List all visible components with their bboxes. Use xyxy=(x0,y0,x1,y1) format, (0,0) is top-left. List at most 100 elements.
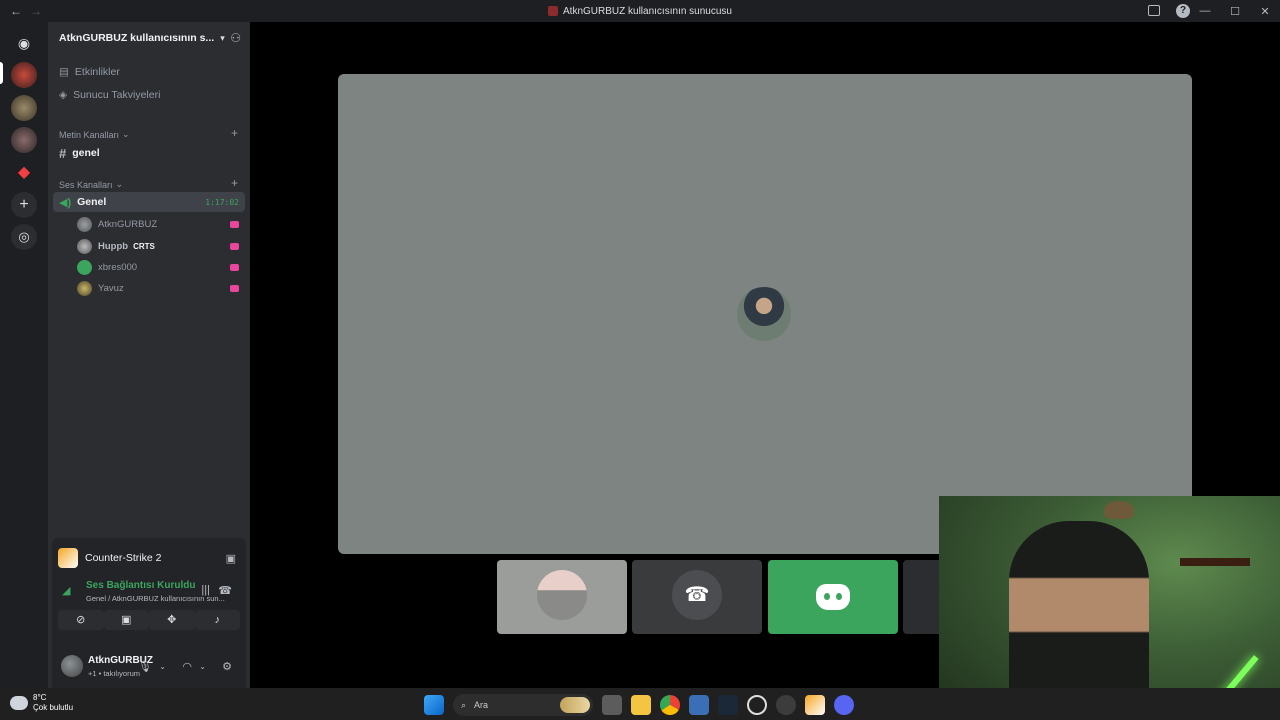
server-favicon-icon xyxy=(548,6,559,16)
voice-user[interactable]: Yavuz xyxy=(77,279,243,297)
chevron-down-icon[interactable]: ⌄ xyxy=(199,662,206,671)
minimize-button[interactable]: — xyxy=(1190,5,1220,17)
add-text-channel-icon[interactable]: + xyxy=(231,126,238,140)
focused-stream-tile[interactable] xyxy=(338,74,1192,554)
start-windows-icon[interactable] xyxy=(424,695,444,715)
weather-widget[interactable]: 8°C Çok bulutlu xyxy=(10,692,74,713)
obs-icon[interactable] xyxy=(776,695,796,715)
user-status: +1 • takılıyorum xyxy=(88,669,141,678)
phone-icon: ☎ xyxy=(672,570,722,620)
participant-tile[interactable] xyxy=(497,560,627,634)
connection-status[interactable]: Ses Bağlantısı Kuruldu xyxy=(86,580,195,591)
explore-compass-icon[interactable]: ◎ xyxy=(11,224,37,250)
close-button[interactable]: ✕ xyxy=(1250,5,1280,18)
voice-timer: 1:17:02 xyxy=(205,197,239,207)
counter-strike-icon[interactable] xyxy=(805,695,825,715)
participant-tile[interactable]: ☎ xyxy=(632,560,762,634)
speaker-icon: ◀) xyxy=(59,196,72,209)
screen-share-icon[interactable]: ▣ xyxy=(226,552,236,565)
voice-user-name: AtknGURBUZ xyxy=(98,218,158,230)
microsoft-store-icon[interactable] xyxy=(689,695,709,715)
menu-server-boosts[interactable]: ◈ Sunucu Takviyeleri xyxy=(59,89,160,101)
inbox-icon[interactable] xyxy=(1148,5,1160,16)
disconnect-icon[interactable]: ☎ xyxy=(218,584,232,597)
settings-gear-icon[interactable]: ⚙ xyxy=(222,660,232,673)
avatar xyxy=(537,570,587,620)
voice-user[interactable]: xbres000 xyxy=(77,258,243,276)
invite-user-icon[interactable]: ⚇ xyxy=(230,31,241,45)
chevron-down-icon: ▾ xyxy=(220,32,225,43)
voice-user[interactable]: Huppb CRTS xyxy=(77,237,243,255)
window-title-area: AtknGURBUZ kullanıcısının sunucusu xyxy=(0,6,1280,17)
chevron-down-icon[interactable]: ⌄ xyxy=(159,662,166,671)
boost-icon: ◈ xyxy=(59,89,68,101)
file-explorer-icon[interactable] xyxy=(631,695,651,715)
back-arrow-icon[interactable]: ← xyxy=(10,4,22,18)
avatar xyxy=(77,280,92,296)
participant-tile[interactable] xyxy=(903,560,943,634)
channel-sidebar: AtknGURBUZ kullanıcısının s... ▾ ⚇ ▤ Etk… xyxy=(48,22,250,688)
game-icon xyxy=(58,548,78,568)
chevron-down-icon: ⌄ xyxy=(122,129,130,139)
menu-boosts-label: Sunucu Takviyeleri xyxy=(73,89,161,101)
add-server-icon[interactable]: + xyxy=(11,192,37,218)
voice-category-label: Ses Kanalları xyxy=(59,179,113,190)
discord-logo-icon xyxy=(816,584,850,610)
discord-home-icon[interactable]: ◉ xyxy=(11,30,37,56)
maximize-button[interactable]: ☐ xyxy=(1220,5,1250,18)
chrome-icon[interactable] xyxy=(660,695,680,715)
server-icon-4[interactable]: ◆ xyxy=(11,160,37,186)
weather-temperature: 8°C xyxy=(33,693,47,702)
search-icon: ⌕ xyxy=(461,699,467,710)
server-icon-3[interactable] xyxy=(11,127,37,153)
task-view-icon[interactable] xyxy=(602,695,622,715)
avatar xyxy=(77,216,92,232)
user-panel: Counter-Strike 2 ▣ ◢ Ses Bağlantısı Kuru… xyxy=(52,538,246,688)
speaker-avatar xyxy=(737,287,791,341)
soundboard-button[interactable]: ♪ xyxy=(194,610,240,630)
window-title: AtknGURBUZ kullanıcısının sunucusu xyxy=(563,5,732,17)
menu-events[interactable]: ▤ Etkinlikler xyxy=(59,66,120,78)
channel-genel[interactable]: # genel xyxy=(53,143,245,163)
server-icon-active[interactable] xyxy=(11,62,37,88)
avatar[interactable] xyxy=(61,655,83,677)
share-screen-button[interactable]: ▣ xyxy=(103,610,149,630)
server-name: AtknGURBUZ kullanıcısının s... xyxy=(59,32,215,44)
taskbar-apps: ⌕ Ara xyxy=(424,694,854,716)
add-voice-channel-icon[interactable]: + xyxy=(231,176,238,190)
cloudy-weather-icon xyxy=(10,692,28,710)
participant-tile[interactable] xyxy=(768,560,898,634)
voice-user[interactable]: AtknGURBUZ xyxy=(77,215,243,233)
game-name: Counter-Strike 2 xyxy=(85,552,162,564)
text-category[interactable]: Metin Kanalları ⌄ xyxy=(59,129,130,140)
voice-user-name: xbres000 xyxy=(98,261,138,273)
noise-suppression-icon[interactable]: ||| xyxy=(201,584,210,596)
headphones-icon[interactable]: ◠ xyxy=(182,660,192,673)
weather-condition: Çok bulutlu xyxy=(33,703,74,712)
signal-icon[interactable]: ◢ xyxy=(62,584,70,597)
activity-row[interactable]: Counter-Strike 2 ▣ xyxy=(58,546,240,570)
live-stream-icon xyxy=(230,220,239,228)
forward-arrow-icon[interactable]: → xyxy=(30,4,42,18)
server-icon-2[interactable] xyxy=(11,95,37,121)
voice-user-name: Huppb xyxy=(98,240,129,252)
voice-connection: ◢ Ses Bağlantısı Kuruldu Genel / AtknGUR… xyxy=(60,580,238,608)
microphone-icon[interactable]: 🎙︎ xyxy=(138,660,152,673)
chatgpt-icon[interactable] xyxy=(747,695,767,715)
voice-channel-genel[interactable]: ◀) Genel 1:17:02 xyxy=(53,192,245,212)
octopus-decoration xyxy=(1104,501,1134,519)
voice-category[interactable]: Ses Kanalları ⌄ xyxy=(59,179,123,190)
camera-off-button[interactable]: ⊘ xyxy=(58,610,104,630)
avatar xyxy=(77,259,92,275)
discord-taskbar-icon[interactable] xyxy=(834,695,854,715)
activities-button[interactable]: ✥ xyxy=(149,610,195,630)
live-stream-icon xyxy=(230,263,239,271)
help-icon[interactable]: ? xyxy=(1176,4,1190,18)
search-highlight-image xyxy=(560,697,590,713)
taskbar-search[interactable]: ⌕ Ara xyxy=(453,694,593,716)
server-header[interactable]: AtknGURBUZ kullanıcısının s... ▾ ⚇ xyxy=(48,22,250,54)
steam-icon[interactable] xyxy=(718,695,738,715)
webcam-overlay xyxy=(939,496,1280,720)
ship-model-decoration xyxy=(1180,516,1250,566)
avatar xyxy=(77,238,92,254)
